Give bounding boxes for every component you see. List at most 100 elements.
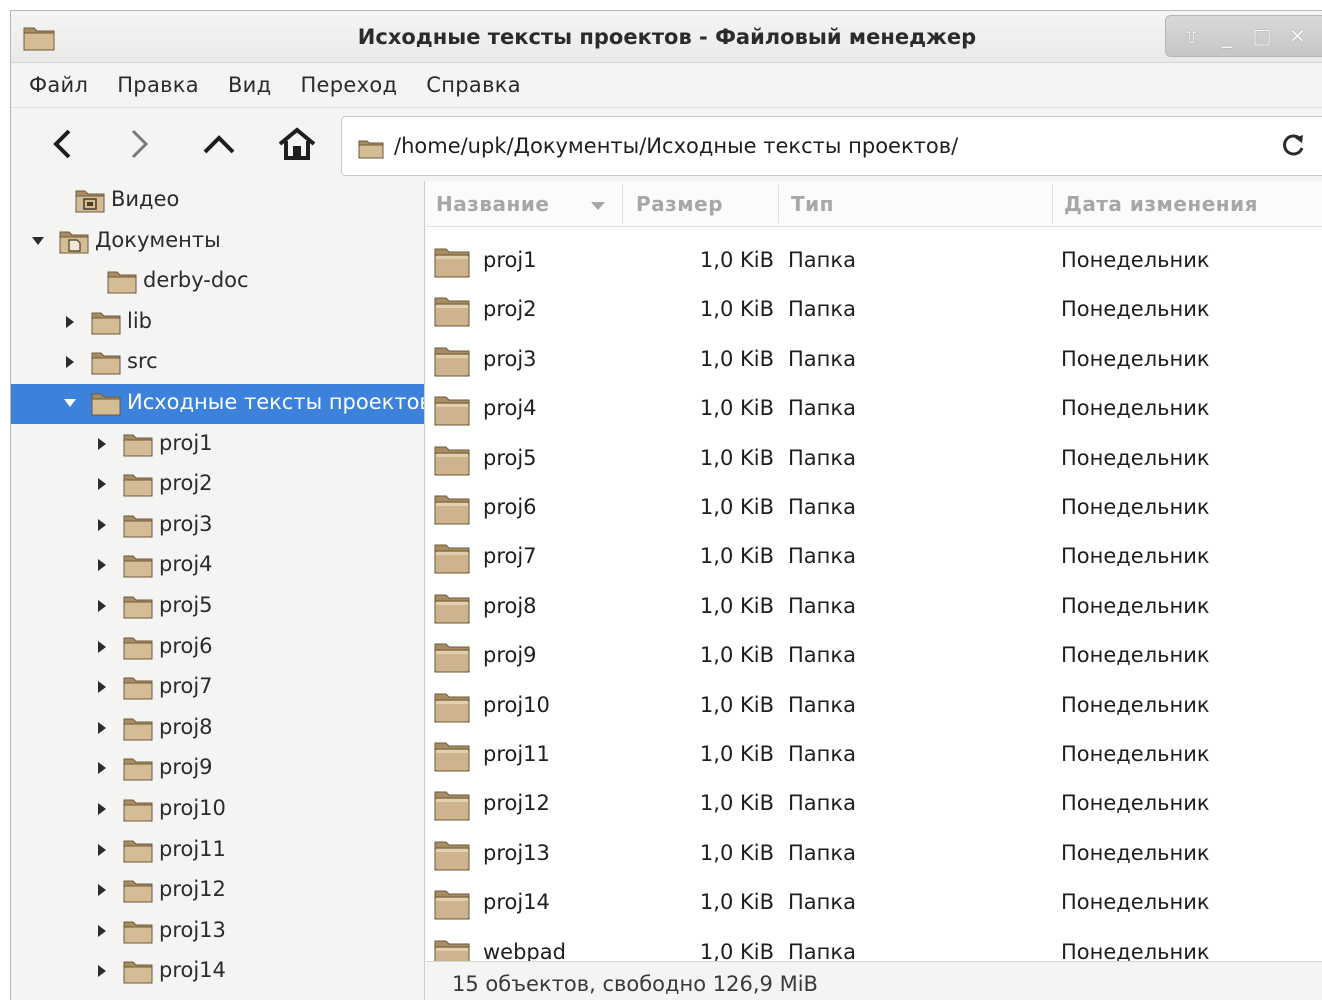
expander-expanded-icon[interactable] — [31, 234, 45, 248]
tree-item[interactable]: Исходные тексты проектов — [11, 384, 424, 424]
expander-expanded-icon[interactable] — [63, 396, 77, 410]
menu-file[interactable]: Файл — [29, 73, 88, 97]
forward-button[interactable] — [117, 124, 161, 164]
tree-item[interactable]: proj13 — [11, 912, 424, 952]
tree-item[interactable]: Видео — [11, 181, 424, 221]
tree-item-label: proj13 — [159, 917, 226, 942]
tree-item[interactable]: proj12 — [11, 871, 424, 911]
tree-item[interactable]: lib — [11, 303, 424, 343]
file-list[interactable]: Название Размер Тип Дата изменения proj1… — [426, 181, 1322, 961]
menu-go[interactable]: Переход — [300, 73, 397, 97]
file-row[interactable]: proj14 1,0 KiB Папка Понедельник — [426, 879, 1322, 928]
expander-collapsed-icon[interactable] — [95, 680, 109, 694]
keep-above-button[interactable]: ⇧ — [1178, 22, 1206, 50]
folder-icon — [91, 352, 121, 375]
column-size[interactable]: Размер — [636, 181, 723, 227]
folder-icon — [434, 693, 470, 723]
tree-item[interactable]: Документы — [11, 222, 424, 262]
maximize-button[interactable]: □ — [1248, 22, 1276, 50]
expander-collapsed-icon[interactable] — [95, 518, 109, 532]
tree-item[interactable]: proj9 — [11, 749, 424, 789]
menu-bar: Файл Правка Вид Переход Справка — [11, 63, 1322, 107]
back-button[interactable] — [41, 124, 85, 164]
tree-item[interactable]: proj7 — [11, 668, 424, 708]
sort-descending-icon[interactable] — [590, 201, 606, 211]
menu-edit[interactable]: Правка — [117, 73, 199, 97]
expander-collapsed-icon[interactable] — [95, 883, 109, 897]
folder-icon — [123, 474, 153, 497]
file-type: Папка — [788, 593, 856, 618]
file-name: proj2 — [483, 297, 537, 322]
close-button[interactable]: ✕ — [1283, 22, 1311, 50]
tree-item[interactable]: proj6 — [11, 628, 424, 668]
tree-item[interactable]: proj2 — [11, 465, 424, 505]
file-row[interactable]: webpad 1,0 KiB Папка Понедельник — [426, 929, 1322, 961]
folder-icon — [107, 271, 137, 294]
file-row[interactable]: proj8 1,0 KiB Папка Понедельник — [426, 583, 1322, 632]
address-bar[interactable]: /home/upk/Документы/Исходные тексты прое… — [341, 116, 1322, 176]
column-separator[interactable] — [1052, 185, 1053, 223]
file-type: Папка — [788, 297, 856, 322]
expander-collapsed-icon[interactable] — [95, 964, 109, 978]
file-row[interactable]: proj5 1,0 KiB Папка Понедельник — [426, 435, 1322, 484]
expander-collapsed-icon[interactable] — [95, 924, 109, 938]
file-modified: Понедельник — [1061, 890, 1210, 915]
expander-collapsed-icon[interactable] — [95, 477, 109, 491]
file-row[interactable]: proj6 1,0 KiB Папка Понедельник — [426, 484, 1322, 533]
home-button[interactable] — [275, 124, 319, 164]
column-type[interactable]: Тип — [791, 181, 834, 227]
file-name: proj13 — [483, 840, 550, 865]
folder-icon — [434, 841, 470, 871]
expander-collapsed-icon[interactable] — [95, 558, 109, 572]
folder-icon — [434, 890, 470, 920]
file-row[interactable]: proj3 1,0 KiB Папка Понедельник — [426, 336, 1322, 385]
expander-collapsed-icon[interactable] — [95, 761, 109, 775]
file-row[interactable]: proj2 1,0 KiB Папка Понедельник — [426, 286, 1322, 335]
tree-item[interactable]: proj1 — [11, 425, 424, 465]
tree-item[interactable]: proj10 — [11, 790, 424, 830]
file-row[interactable]: proj7 1,0 KiB Папка Понедельник — [426, 533, 1322, 582]
up-button[interactable] — [197, 124, 241, 164]
address-path[interactable]: /home/upk/Документы/Исходные тексты прое… — [394, 134, 958, 158]
file-row[interactable]: proj10 1,0 KiB Папка Понедельник — [426, 682, 1322, 731]
tree-item[interactable]: proj5 — [11, 587, 424, 627]
title-bar[interactable]: Исходные тексты проектов - Файловый мене… — [11, 11, 1322, 63]
reload-icon[interactable] — [1279, 131, 1307, 159]
file-type: Папка — [788, 692, 856, 717]
expander-collapsed-icon[interactable] — [63, 355, 77, 369]
menu-help[interactable]: Справка — [426, 73, 521, 97]
column-separator[interactable] — [778, 185, 779, 223]
expander-collapsed-icon[interactable] — [95, 599, 109, 613]
file-row[interactable]: proj13 1,0 KiB Папка Понедельник — [426, 830, 1322, 879]
expander-collapsed-icon[interactable] — [95, 640, 109, 654]
folder-tree[interactable]: Видео Документы derby-doc lib src Исходные те… — [11, 181, 425, 1000]
expander-collapsed-icon[interactable] — [95, 843, 109, 857]
tree-item[interactable]: proj14 — [11, 952, 424, 992]
file-row[interactable]: proj11 1,0 KiB Папка Понедельник — [426, 731, 1322, 780]
menu-view[interactable]: Вид — [228, 73, 271, 97]
folder-icon — [123, 799, 153, 822]
expander-collapsed-icon[interactable] — [63, 315, 77, 329]
tree-item[interactable]: proj3 — [11, 506, 424, 546]
folder-icon — [123, 840, 153, 863]
tree-item[interactable]: proj4 — [11, 546, 424, 586]
tree-item[interactable]: proj8 — [11, 709, 424, 749]
file-name: proj7 — [483, 544, 537, 569]
file-row[interactable]: proj12 1,0 KiB Папка Понедельник — [426, 780, 1322, 829]
minimize-button[interactable]: _ — [1213, 22, 1241, 50]
expander-collapsed-icon[interactable] — [95, 721, 109, 735]
file-row[interactable]: proj9 1,0 KiB Папка Понедельник — [426, 632, 1322, 681]
tree-item[interactable]: derby-doc — [11, 262, 424, 302]
expander-collapsed-icon[interactable] — [95, 437, 109, 451]
tree-item-label: proj4 — [159, 552, 213, 577]
tree-item[interactable]: src — [11, 343, 424, 383]
file-row[interactable]: proj1 1,0 KiB Папка Понедельник — [426, 237, 1322, 286]
expander-collapsed-icon[interactable] — [95, 802, 109, 816]
column-separator[interactable] — [622, 185, 623, 223]
column-modified[interactable]: Дата изменения — [1064, 181, 1258, 227]
column-name[interactable]: Название — [436, 181, 549, 227]
tree-item[interactable]: proj11 — [11, 831, 424, 871]
file-name: proj14 — [483, 890, 550, 915]
tree-item-label: proj7 — [159, 674, 213, 699]
file-row[interactable]: proj4 1,0 KiB Папка Понедельник — [426, 385, 1322, 434]
